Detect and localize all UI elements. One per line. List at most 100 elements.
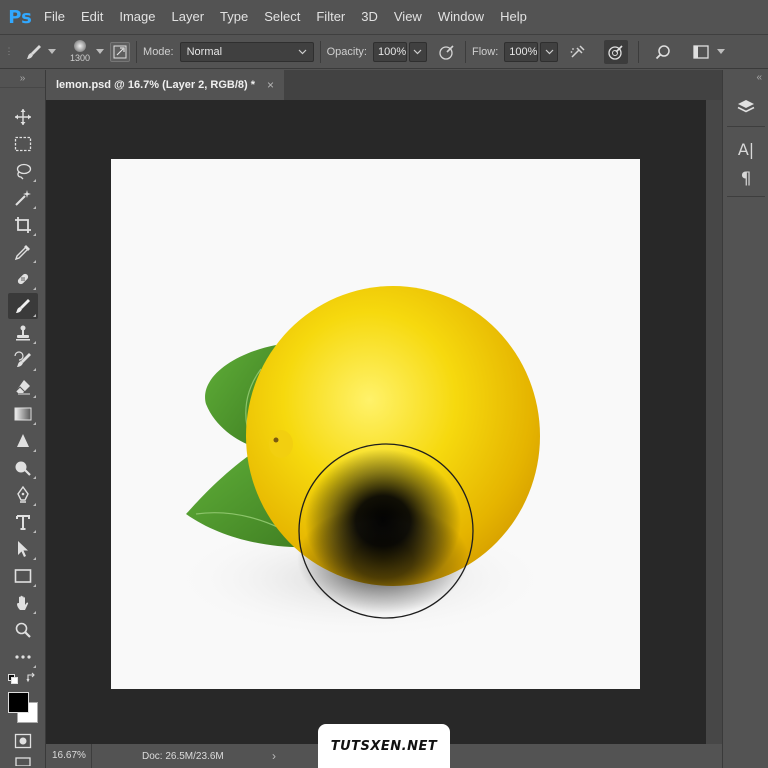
tool-group-indicator bbox=[33, 260, 36, 263]
separator bbox=[136, 40, 138, 63]
more-tools-icon[interactable] bbox=[8, 644, 38, 670]
photoshop-logo: Ps bbox=[8, 6, 32, 28]
painted-shadow-spill bbox=[297, 504, 469, 614]
layers-icon[interactable] bbox=[729, 92, 763, 122]
brush-size-picker[interactable]: 1300 bbox=[70, 40, 90, 63]
brush-size-dropdown-icon[interactable] bbox=[96, 49, 105, 54]
clone-stamp-icon[interactable] bbox=[8, 320, 38, 346]
pen-icon[interactable] bbox=[8, 482, 38, 508]
pressure-opacity-icon[interactable] bbox=[435, 40, 459, 64]
blur-icon[interactable] bbox=[8, 428, 38, 454]
tool-group-indicator bbox=[33, 341, 36, 344]
tool-group-indicator bbox=[33, 449, 36, 452]
mode-value: Normal bbox=[186, 45, 223, 58]
vertical-scrollbar[interactable] bbox=[706, 100, 722, 744]
flow-dropdown[interactable] bbox=[540, 41, 559, 62]
collapse-toolbar-icon[interactable]: » bbox=[0, 70, 45, 88]
healing-brush-icon[interactable] bbox=[8, 266, 38, 292]
gradient-icon[interactable] bbox=[8, 401, 38, 427]
document-size-info: Doc: 26.5M/23.6M bbox=[142, 750, 224, 762]
zoom-level[interactable]: 16.67% bbox=[46, 744, 92, 768]
panel-separator bbox=[727, 126, 765, 127]
magic-wand-icon[interactable] bbox=[8, 185, 38, 211]
move-icon[interactable] bbox=[8, 104, 38, 130]
document-canvas[interactable] bbox=[111, 159, 640, 689]
character-icon[interactable]: A| bbox=[729, 134, 763, 164]
flow-input[interactable]: 100% bbox=[504, 41, 539, 62]
airbrush-icon[interactable] bbox=[566, 40, 590, 64]
marquee-icon[interactable] bbox=[8, 131, 38, 157]
tool-group-indicator bbox=[33, 233, 36, 236]
eyedropper-icon[interactable] bbox=[8, 239, 38, 265]
workspace-switcher-icon[interactable] bbox=[689, 40, 713, 64]
separator bbox=[319, 40, 321, 63]
right-panel-dock: « A| ¶ bbox=[722, 70, 768, 768]
crop-icon[interactable] bbox=[8, 212, 38, 238]
lasso-icon[interactable] bbox=[8, 158, 38, 184]
close-icon[interactable]: × bbox=[267, 78, 274, 92]
menu-view[interactable]: View bbox=[386, 0, 430, 34]
workspace-dropdown-icon[interactable] bbox=[717, 49, 726, 54]
default-colors-icon[interactable] bbox=[8, 673, 18, 687]
tool-group-indicator bbox=[33, 206, 36, 209]
menu-type[interactable]: Type bbox=[212, 0, 256, 34]
paragraph-icon[interactable]: ¶ bbox=[729, 164, 763, 194]
tools-panel: » bbox=[0, 70, 46, 768]
menu-select[interactable]: Select bbox=[256, 0, 308, 34]
opacity-dropdown[interactable] bbox=[408, 41, 427, 62]
dodge-icon[interactable] bbox=[8, 455, 38, 481]
pressure-size-icon[interactable] bbox=[604, 39, 629, 64]
options-bar: ⋮ 1300 Mode: Normal Opacity: 100% Flow: … bbox=[0, 34, 768, 69]
watermark: TUTSXEN.NET bbox=[318, 724, 450, 768]
hand-icon[interactable] bbox=[8, 590, 38, 616]
eraser-icon[interactable] bbox=[8, 374, 38, 400]
tool-group-indicator bbox=[33, 503, 36, 506]
menu-edit[interactable]: Edit bbox=[73, 0, 111, 34]
quick-mask-icon[interactable] bbox=[8, 728, 38, 754]
collapse-panels-icon[interactable]: « bbox=[723, 70, 768, 84]
tool-group-indicator bbox=[33, 395, 36, 398]
tool-group-indicator bbox=[33, 665, 36, 668]
menu-file[interactable]: File bbox=[36, 0, 73, 34]
menu-filter[interactable]: Filter bbox=[308, 0, 353, 34]
chevron-down-icon bbox=[414, 49, 422, 54]
menu-layer[interactable]: Layer bbox=[164, 0, 213, 34]
brush-preset-dropdown-icon[interactable] bbox=[48, 49, 56, 54]
mode-select[interactable]: Normal bbox=[179, 41, 314, 62]
rectangle-icon[interactable] bbox=[8, 563, 38, 589]
tool-group-indicator bbox=[33, 368, 36, 371]
search-icon[interactable] bbox=[651, 40, 675, 64]
options-grip[interactable]: ⋮ bbox=[2, 34, 16, 69]
menu-help[interactable]: Help bbox=[492, 0, 535, 34]
tool-group-indicator bbox=[33, 287, 36, 290]
lemon-stem-spot bbox=[273, 437, 279, 443]
menu-window[interactable]: Window bbox=[430, 0, 492, 34]
opacity-value: 100% bbox=[377, 45, 407, 58]
history-brush-icon[interactable] bbox=[8, 347, 38, 373]
brush-size-value: 1300 bbox=[70, 53, 91, 63]
document-tab-title: lemon.psd @ 16.7% (Layer 2, RGB/8) * bbox=[56, 79, 256, 91]
opacity-label: Opacity: bbox=[326, 45, 367, 58]
document-tab[interactable]: lemon.psd @ 16.7% (Layer 2, RGB/8) * × bbox=[46, 70, 285, 100]
swap-colors-icon[interactable] bbox=[26, 672, 38, 687]
lemon-artwork bbox=[171, 286, 551, 639]
brush-panel-toggle-icon[interactable] bbox=[110, 41, 131, 62]
menu-3d[interactable]: 3D bbox=[353, 0, 386, 34]
path-selection-icon[interactable] bbox=[8, 536, 38, 562]
type-icon[interactable] bbox=[8, 509, 38, 535]
document-tab-strip: lemon.psd @ 16.7% (Layer 2, RGB/8) * × bbox=[46, 70, 722, 100]
brush-preset-icon[interactable] bbox=[22, 40, 46, 64]
menu-bar: Ps File Edit Image Layer Type Select Fil… bbox=[0, 0, 768, 34]
tool-group-indicator bbox=[33, 422, 36, 425]
screen-mode-icon[interactable] bbox=[8, 754, 38, 768]
opacity-input[interactable]: 100% bbox=[372, 41, 407, 62]
brush-icon[interactable] bbox=[8, 293, 38, 319]
lemon-tip bbox=[269, 430, 293, 458]
menu-image[interactable]: Image bbox=[111, 0, 163, 34]
zoom-icon[interactable] bbox=[8, 617, 38, 643]
status-menu-arrow[interactable]: › bbox=[272, 749, 276, 763]
foreground-color-swatch[interactable] bbox=[8, 692, 29, 713]
tool-group-indicator bbox=[33, 557, 36, 560]
tool-group-indicator bbox=[33, 584, 36, 587]
tool-group-indicator bbox=[33, 314, 36, 317]
